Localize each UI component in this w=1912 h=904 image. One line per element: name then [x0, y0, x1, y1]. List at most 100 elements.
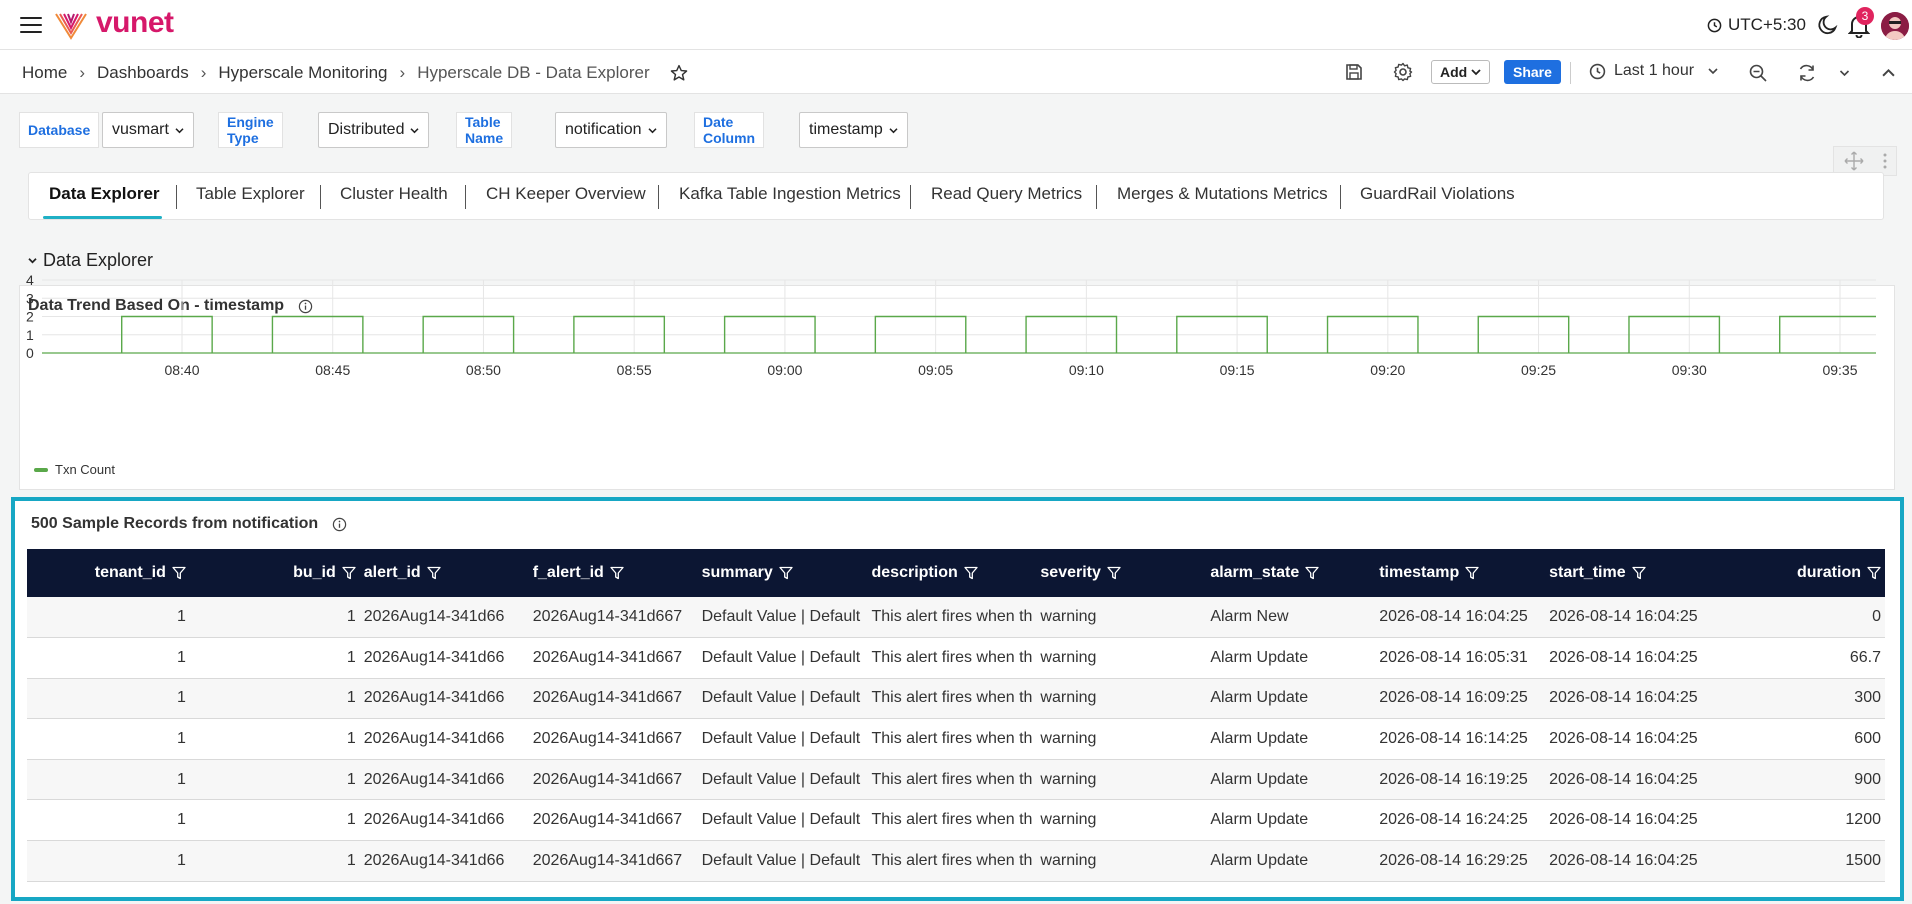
column-header-description[interactable]: description: [867, 549, 1037, 597]
share-button[interactable]: Share: [1504, 60, 1561, 84]
section-toggle[interactable]: Data Explorer: [28, 250, 153, 271]
x-tick-label: 09:15: [1220, 362, 1255, 378]
timezone-indicator[interactable]: UTC+5:30: [1707, 15, 1806, 35]
x-tick-label: 09:20: [1370, 362, 1405, 378]
column-header-timestamp[interactable]: timestamp: [1375, 549, 1546, 597]
cell-tenant-id: 1: [27, 637, 190, 679]
database-select[interactable]: vusmart: [102, 112, 194, 148]
database-select-value: vusmart: [112, 121, 169, 138]
x-tick-label: 09:30: [1672, 362, 1707, 378]
column-header-tenant-id[interactable]: tenant_id: [27, 549, 190, 597]
info-icon[interactable]: [332, 517, 347, 532]
more-vertical-icon[interactable]: [1883, 153, 1887, 169]
tab-separator: [1340, 185, 1341, 209]
column-header-label: f_alert_id: [532, 564, 604, 581]
column-header-label: alert_id: [363, 564, 421, 581]
column-header-label: description: [871, 564, 958, 581]
tab-merges-mutations-metrics[interactable]: Merges & Mutations Metrics: [1117, 184, 1328, 204]
breadcrumb-home[interactable]: Home: [22, 63, 67, 83]
column-header-start-time[interactable]: start_time: [1545, 549, 1715, 597]
chevron-down-icon[interactable]: [1839, 69, 1850, 77]
filter-icon[interactable]: [172, 566, 186, 580]
tab-read-query-metrics[interactable]: Read Query Metrics: [931, 184, 1082, 204]
cell-duration: 1500: [1714, 840, 1885, 882]
tab-separator: [320, 185, 321, 209]
table-row[interactable]: 1 1 2026Aug14-341d66 2026Aug14-341d667 Defau…: [27, 759, 1885, 801]
breadcrumb-separator: ›: [200, 63, 207, 82]
table-row[interactable]: 1 1 2026Aug14-341d66 2026Aug14-341d667 Defau…: [27, 840, 1885, 882]
column-header-label: summary: [701, 564, 773, 581]
time-range-picker[interactable]: Last 1 hour: [1589, 62, 1718, 80]
tab-kafka-table-ingestion-metrics[interactable]: Kafka Table Ingestion Metrics: [679, 184, 901, 204]
tab-data-explorer[interactable]: Data Explorer: [49, 184, 160, 204]
cell-alarm-state: Alarm Update: [1206, 637, 1376, 679]
cell-start-time: 2026-08-14 16:04:25: [1545, 637, 1715, 679]
zoom-out-icon[interactable]: [1748, 63, 1768, 83]
chart-legend[interactable]: Txn Count: [34, 462, 115, 477]
chevron-down-icon: [28, 258, 37, 264]
tab-cluster-health[interactable]: Cluster Health: [340, 184, 448, 204]
breadcrumb-dashboards[interactable]: Dashboards: [97, 63, 189, 83]
breadcrumb-current-page: Hyperscale DB - Data Explorer: [417, 63, 650, 82]
breadcrumb-hyperscale-monitoring[interactable]: Hyperscale Monitoring: [218, 63, 387, 83]
avatar[interactable]: [1881, 12, 1909, 40]
column-header-duration[interactable]: duration: [1714, 549, 1885, 597]
column-header-bu-id[interactable]: bu_id: [189, 549, 360, 597]
tab-guardrail-violations[interactable]: GuardRail Violations: [1360, 184, 1515, 204]
filter-icon[interactable]: [1867, 566, 1881, 580]
column-header-severity[interactable]: severity: [1036, 549, 1207, 597]
column-header-f-alert-id[interactable]: f_alert_id: [528, 549, 698, 597]
collapse-up-icon[interactable]: [1882, 68, 1895, 77]
cell-timestamp: 2026-08-14 16:29:25: [1375, 840, 1546, 882]
table-name-select[interactable]: notification: [555, 112, 667, 148]
column-header-label: timestamp: [1379, 564, 1460, 581]
cell-description: This alert fires when th: [867, 597, 1037, 639]
filter-icon[interactable]: [342, 566, 356, 580]
table-row[interactable]: 1 1 2026Aug14-341d66 2026Aug14-341d667 Defau…: [27, 678, 1885, 720]
hamburger-icon[interactable]: [20, 17, 42, 33]
engine-type-select-value: Distributed: [328, 121, 405, 138]
tab-table-explorer[interactable]: Table Explorer: [196, 184, 305, 204]
x-tick-label: 08:50: [466, 362, 501, 378]
star-icon[interactable]: [670, 64, 688, 82]
column-header-alarm-state[interactable]: alarm_state: [1206, 549, 1376, 597]
add-button[interactable]: Add: [1431, 60, 1491, 84]
refresh-icon[interactable]: [1797, 63, 1817, 83]
date-column-select[interactable]: timestamp: [799, 112, 908, 148]
moon-icon[interactable]: [1817, 14, 1839, 36]
table-row[interactable]: 1 1 2026Aug14-341d66 2026Aug14-341d667 Defau…: [27, 799, 1885, 842]
column-header-alert-id[interactable]: alert_id: [359, 549, 529, 597]
filter-icon[interactable]: [610, 566, 624, 580]
cell-alert-id: 2026Aug14-341d66: [359, 799, 529, 842]
column-header-label: bu_id: [293, 564, 336, 581]
x-tick-label: 09:05: [918, 362, 953, 378]
filter-label-table-name: Table Name: [456, 112, 513, 148]
vunet-logo-icon[interactable]: [54, 12, 88, 40]
filter-icon[interactable]: [779, 566, 793, 580]
filter-icon[interactable]: [427, 566, 441, 580]
cell-summary: Default Value | Default: [697, 840, 868, 882]
filter-label-date-column: Date Column: [694, 112, 765, 148]
dashboard-tabs: Data Explorer Table Explorer Cluster Hea…: [28, 172, 1884, 220]
engine-type-select[interactable]: Distributed: [318, 112, 430, 148]
brand-name[interactable]: vunet: [96, 6, 174, 40]
move-icon[interactable]: [1844, 151, 1864, 171]
filter-icon[interactable]: [1107, 566, 1121, 580]
column-header-label: alarm_state: [1210, 564, 1300, 581]
gear-icon[interactable]: [1393, 62, 1413, 82]
filter-icon[interactable]: [1465, 566, 1479, 580]
cell-alert-id: 2026Aug14-341d66: [359, 597, 529, 639]
table-row[interactable]: 1 1 2026Aug14-341d66 2026Aug14-341d667 Defau…: [27, 597, 1885, 639]
filter-icon[interactable]: [1631, 566, 1646, 580]
column-header-summary[interactable]: summary: [697, 549, 868, 597]
tab-ch-keeper-overview[interactable]: CH Keeper Overview: [486, 184, 646, 204]
panel-title: 500 Sample Records from notification: [31, 515, 347, 533]
table-row[interactable]: 1 1 2026Aug14-341d66 2026Aug14-341d667 Defau…: [27, 718, 1885, 760]
cell-alert-id: 2026Aug14-341d66: [359, 840, 529, 882]
filter-icon[interactable]: [1305, 566, 1319, 580]
save-icon[interactable]: [1345, 63, 1363, 81]
data-trend-chart[interactable]: 0 1 2 3 4 08:40 08:45 08:50 08:55 09:00 09:05 09:10…: [20, 272, 1894, 456]
table-row[interactable]: 1 1 2026Aug14-341d66 2026Aug14-341d667 Defau…: [27, 637, 1885, 679]
filter-icon[interactable]: [964, 566, 978, 580]
cell-severity: warning: [1036, 799, 1207, 842]
